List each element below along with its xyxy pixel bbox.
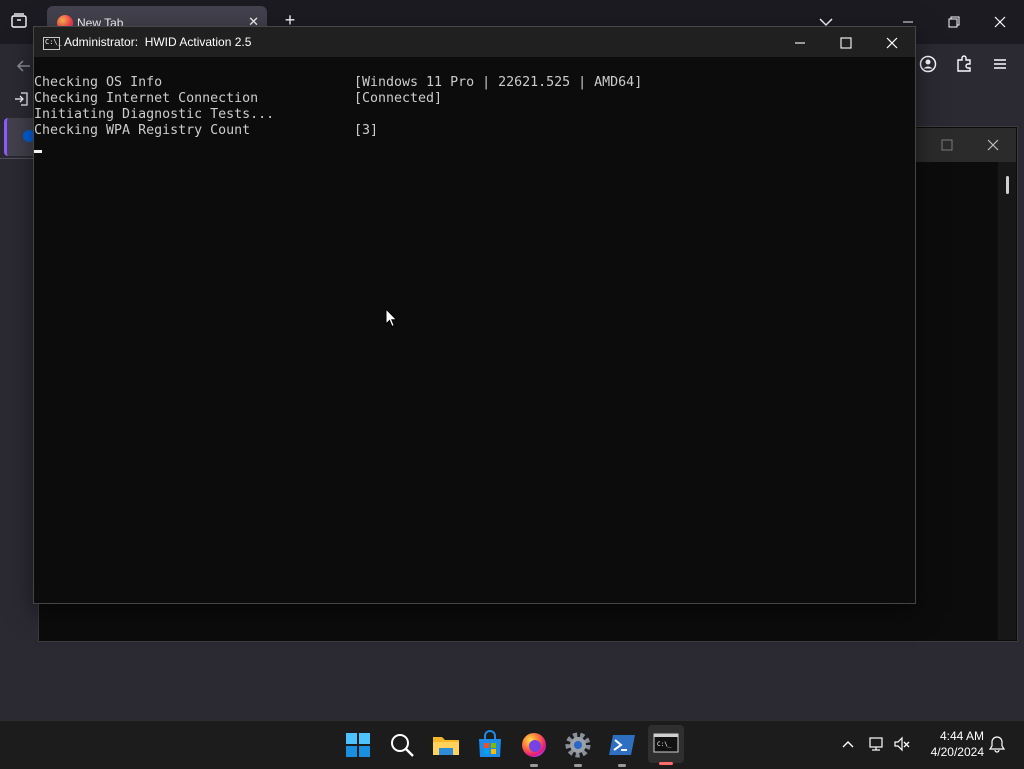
network-icon[interactable] xyxy=(868,735,886,753)
sign-in-icon[interactable] xyxy=(12,90,30,108)
browser-restore-icon[interactable] xyxy=(944,12,964,32)
account-icon[interactable] xyxy=(918,54,938,74)
console-line-value: [Connected] xyxy=(354,91,443,106)
powershell-button[interactable] xyxy=(606,729,638,767)
running-indicator xyxy=(618,764,626,767)
clock-date: 4/20/2024 xyxy=(930,745,984,759)
console-line: Checking WPA Registry Count [3] xyxy=(34,123,378,139)
folder-icon xyxy=(433,737,459,755)
notification-bell-icon[interactable] xyxy=(988,735,1006,753)
console-line-value: [3] xyxy=(354,123,379,138)
powershell-icon xyxy=(609,735,635,755)
gear-icon xyxy=(565,732,591,758)
cmd-app-icon: C:\_ xyxy=(43,37,62,50)
firefox-icon xyxy=(522,733,546,757)
tab-list-icon[interactable] xyxy=(8,10,30,32)
minimize-icon[interactable] xyxy=(792,35,808,51)
mouse-pointer-icon xyxy=(385,308,397,328)
search-button[interactable] xyxy=(386,729,418,761)
console-line: Checking OS Info [Windows 11 Pro | 22621… xyxy=(34,75,642,91)
chevron-up-icon[interactable] xyxy=(840,736,856,752)
scrollbar-track[interactable] xyxy=(998,162,1016,640)
running-indicator xyxy=(530,764,538,767)
window-title: Administrator: HWID Activation 2.5 xyxy=(64,35,252,49)
svg-text:C:\_: C:\_ xyxy=(657,741,672,748)
microsoft-store-button[interactable] xyxy=(474,729,506,761)
console-line: Checking Internet Connection [Connected] xyxy=(34,91,442,107)
clock-time: 4:44 AM xyxy=(939,729,984,743)
scrollbar-thumb[interactable] xyxy=(1006,176,1009,194)
cmd-titlebar[interactable]: C:\_ Administrator: HWID Activation 2.5 xyxy=(34,27,915,57)
extensions-icon[interactable] xyxy=(954,54,974,74)
command-prompt-button[interactable]: C:\_ xyxy=(648,725,684,765)
running-indicator xyxy=(574,764,582,767)
system-clock[interactable]: 4:44 AM 4/20/2024 xyxy=(920,728,984,760)
back-arrow-icon[interactable] xyxy=(14,56,34,76)
close-icon[interactable] xyxy=(884,35,900,51)
console-line-label: Initiating Diagnostic Tests... xyxy=(34,107,275,122)
console-output[interactable]: Checking OS Info [Windows 11 Pro | 22621… xyxy=(34,75,642,139)
console-line-label: Checking WPA Registry Count xyxy=(34,123,251,138)
active-indicator xyxy=(659,762,673,765)
maximize-icon[interactable] xyxy=(940,138,954,152)
settings-button[interactable] xyxy=(562,729,594,767)
firefox-button[interactable] xyxy=(518,729,550,767)
file-explorer-button[interactable] xyxy=(430,729,462,761)
hamburger-menu-icon[interactable] xyxy=(990,54,1010,74)
console-line: Initiating Diagnostic Tests... xyxy=(34,107,274,123)
terminal-icon: C:\_ xyxy=(653,733,679,753)
background-window-titlebar xyxy=(914,128,1016,162)
console-line-value: [Windows 11 Pro | 22621.525 | AMD64] xyxy=(354,75,643,90)
volume-muted-icon[interactable] xyxy=(893,735,911,753)
console-line-label: Checking OS Info xyxy=(34,75,163,90)
search-icon xyxy=(391,734,414,757)
windows-logo-icon xyxy=(346,733,370,757)
close-icon[interactable] xyxy=(986,138,1000,152)
browser-close-icon[interactable] xyxy=(990,12,1010,32)
cmd-window[interactable]: C:\_ Administrator: HWID Activation 2.5 … xyxy=(33,26,916,604)
start-button[interactable] xyxy=(342,729,374,761)
text-cursor xyxy=(34,150,42,153)
console-line-label: Checking Internet Connection xyxy=(34,91,259,106)
store-icon xyxy=(479,730,501,757)
maximize-icon[interactable] xyxy=(838,35,854,51)
